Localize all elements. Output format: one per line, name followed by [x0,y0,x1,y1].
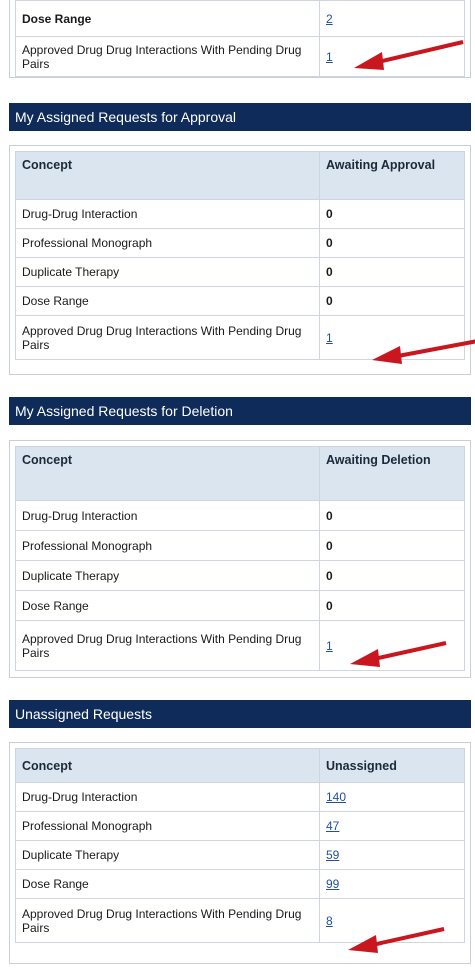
table-row: Dose Range 99 [15,869,465,899]
value-cell: 59 [319,840,465,870]
top-panel: Dose Range 2 Approved Drug Drug Interact… [9,0,471,78]
table-row: Dose Range 2 [15,0,465,37]
count-link[interactable]: 140 [326,790,346,804]
section-header-deletion: My Assigned Requests for Deletion [9,397,471,425]
count-link[interactable]: 99 [326,877,339,891]
table-row: Professional Monograph 47 [15,811,465,841]
approval-panel: Concept Awaiting Approval Drug-Drug Inte… [9,145,471,375]
col-header-status: Unassigned [319,748,465,783]
count-link[interactable]: 47 [326,819,339,833]
count-link[interactable]: 1 [326,639,333,653]
section-header-approval: My Assigned Requests for Approval [9,103,471,131]
table-row: Professional Monograph 0 [15,530,465,561]
count-link[interactable]: 1 [326,50,333,64]
section-title: My Assigned Requests for Deletion [15,403,233,419]
value-cell: 0 [319,530,465,561]
value-cell: 2 [319,0,465,37]
section-header-unassigned: Unassigned Requests [9,700,471,728]
value-cell: 0 [319,560,465,591]
value-cell: 0 [319,590,465,621]
concept-cell: Professional Monograph [15,228,320,258]
concept-cell: Approved Drug Drug Interactions With Pen… [15,898,320,943]
table-row: Drug-Drug Interaction 0 [15,199,465,229]
table-row: Duplicate Therapy 0 [15,257,465,287]
table-row: Duplicate Therapy 59 [15,840,465,870]
table-row: Dose Range 0 [15,286,465,316]
value-cell: 0 [319,199,465,229]
concept-cell: Duplicate Therapy [15,560,320,591]
count-link[interactable]: 2 [326,12,333,26]
concept-cell: Approved Drug Drug Interactions With Pen… [15,620,320,671]
concept-cell: Dose Range [15,0,320,37]
value-cell: 0 [319,286,465,316]
table-row: Approved Drug Drug Interactions With Pen… [15,315,465,360]
col-header-status: Awaiting Approval [319,151,465,200]
count-link[interactable]: 8 [326,914,333,928]
value-cell: 47 [319,811,465,841]
deletion-table: Concept Awaiting Deletion Drug-Drug Inte… [15,446,465,671]
col-header-concept: Concept [15,748,320,783]
value-cell: 1 [319,315,465,360]
value-cell: 1 [319,620,465,671]
top-table: Dose Range 2 Approved Drug Drug Interact… [15,0,465,77]
value-cell: 1 [319,36,465,77]
count-link[interactable]: 1 [326,331,333,345]
concept-cell: Drug-Drug Interaction [15,782,320,812]
concept-cell: Professional Monograph [15,811,320,841]
table-row: Approved Drug Drug Interactions With Pen… [15,36,465,77]
section-title: My Assigned Requests for Approval [15,109,237,125]
table-row: Drug-Drug Interaction 140 [15,782,465,812]
concept-cell: Duplicate Therapy [15,840,320,870]
section-title: Unassigned Requests [15,706,152,722]
col-header-concept: Concept [15,151,320,200]
concept-cell: Duplicate Therapy [15,257,320,287]
table-row: Professional Monograph 0 [15,228,465,258]
table-header-row: Concept Awaiting Deletion [15,446,465,501]
value-cell: 99 [319,869,465,899]
concept-cell: Approved Drug Drug Interactions With Pen… [15,315,320,360]
concept-cell: Drug-Drug Interaction [15,199,320,229]
concept-cell: Drug-Drug Interaction [15,500,320,531]
col-header-status: Awaiting Deletion [319,446,465,501]
table-header-row: Concept Awaiting Approval [15,151,465,200]
table-header-row: Concept Unassigned [15,748,465,783]
col-header-concept: Concept [15,446,320,501]
concept-cell: Dose Range [15,590,320,621]
count-link[interactable]: 59 [326,848,339,862]
table-row: Drug-Drug Interaction 0 [15,500,465,531]
value-cell: 140 [319,782,465,812]
value-cell: 0 [319,500,465,531]
value-cell: 0 [319,228,465,258]
deletion-panel: Concept Awaiting Deletion Drug-Drug Inte… [9,440,471,678]
table-row: Duplicate Therapy 0 [15,560,465,591]
value-cell: 8 [319,898,465,943]
table-row: Dose Range 0 [15,590,465,621]
approval-table: Concept Awaiting Approval Drug-Drug Inte… [15,151,465,360]
concept-cell: Professional Monograph [15,530,320,561]
concept-cell: Dose Range [15,869,320,899]
unassigned-panel: Concept Unassigned Drug-Drug Interaction… [9,742,471,964]
concept-cell: Approved Drug Drug Interactions With Pen… [15,36,320,77]
table-row: Approved Drug Drug Interactions With Pen… [15,898,465,943]
table-row: Approved Drug Drug Interactions With Pen… [15,620,465,671]
value-cell: 0 [319,257,465,287]
concept-cell: Dose Range [15,286,320,316]
unassigned-table: Concept Unassigned Drug-Drug Interaction… [15,748,465,943]
